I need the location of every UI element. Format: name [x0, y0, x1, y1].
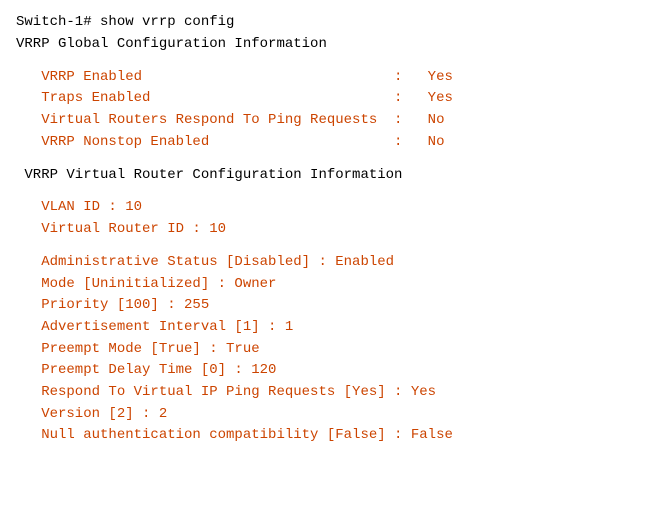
- spacer-line: [16, 55, 639, 66]
- terminal-line: VLAN ID : 10: [16, 197, 639, 219]
- terminal-line: VRRP Enabled : Yes: [16, 67, 639, 89]
- terminal-line: Switch-1# show vrrp config: [16, 12, 639, 34]
- terminal-line: Virtual Routers Respond To Ping Requests…: [16, 110, 639, 132]
- spacer-line: [16, 186, 639, 197]
- terminal-line: Preempt Delay Time [0] : 120: [16, 360, 639, 382]
- terminal-line: Virtual Router ID : 10: [16, 219, 639, 241]
- terminal-line: VRRP Nonstop Enabled : No: [16, 132, 639, 154]
- spacer-line: [16, 241, 639, 252]
- terminal-line: Traps Enabled : Yes: [16, 88, 639, 110]
- terminal-output: Switch-1# show vrrp configVRRP Global Co…: [0, 0, 655, 523]
- terminal-line: Null authentication compatibility [False…: [16, 425, 639, 447]
- terminal-line: VRRP Virtual Router Configuration Inform…: [16, 165, 639, 187]
- terminal-line: Advertisement Interval [1] : 1: [16, 317, 639, 339]
- terminal-line: Mode [Uninitialized] : Owner: [16, 274, 639, 296]
- terminal-line: Respond To Virtual IP Ping Requests [Yes…: [16, 382, 639, 404]
- terminal-line: VRRP Global Configuration Information: [16, 34, 639, 56]
- terminal-line: Administrative Status [Disabled] : Enabl…: [16, 252, 639, 274]
- terminal-line: Preempt Mode [True] : True: [16, 339, 639, 361]
- spacer-line: [16, 153, 639, 164]
- terminal-line: Priority [100] : 255: [16, 295, 639, 317]
- terminal-line: Version [2] : 2: [16, 404, 639, 426]
